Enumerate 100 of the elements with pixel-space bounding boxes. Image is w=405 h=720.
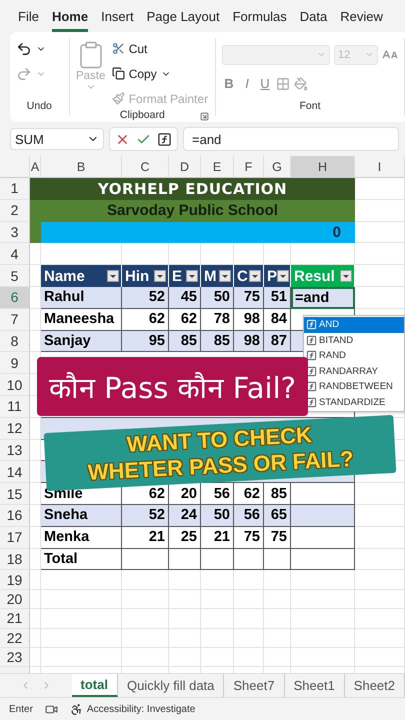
font-name-field[interactable] [222, 44, 330, 64]
score-cell: 50 [201, 504, 234, 527]
row-header[interactable]: 1 [0, 178, 30, 200]
header-label: Name [44, 268, 85, 285]
dialog-launcher-icon[interactable] [200, 112, 209, 121]
ribbon-tab[interactable]: File [18, 0, 39, 32]
sheet-tab[interactable]: Sheet7 [224, 674, 285, 697]
copy-button[interactable]: Copy [112, 63, 208, 84]
empty-cell [355, 570, 405, 590]
empty-cell [169, 609, 201, 629]
empty-cell [291, 628, 355, 648]
empty-cell [30, 590, 41, 610]
row-header[interactable]: 4 [0, 243, 30, 266]
sheet-tab[interactable]: total [72, 674, 118, 697]
empty-cell [234, 590, 264, 610]
column-header[interactable]: I [355, 156, 405, 178]
empty-cell [201, 609, 234, 629]
row-header[interactable]: 10 [0, 374, 30, 396]
table-cell [264, 548, 291, 570]
ribbon-tab[interactable]: Page Layout [146, 0, 220, 32]
autocomplete-item[interactable]: AND [304, 317, 404, 332]
column-header[interactable]: D [169, 156, 201, 178]
score-cell: 20 [169, 483, 201, 505]
row-header[interactable]: 23 [0, 648, 30, 668]
subtitle-cell: Sarvoday Public School [30, 200, 355, 222]
empty-cell [122, 609, 169, 629]
sheet-tab[interactable]: Sheet1 [284, 674, 345, 697]
column-header[interactable]: H [291, 156, 355, 178]
row-header[interactable]: 5 [0, 265, 30, 287]
column-header[interactable]: F [234, 156, 264, 178]
sheet-tab[interactable]: Quickly fill data [118, 674, 224, 697]
bold-button[interactable]: B [222, 76, 236, 91]
filter-dropdown-icon[interactable] [340, 270, 352, 282]
row-header[interactable]: 9 [0, 352, 30, 374]
row-header[interactable]: 14 [0, 461, 30, 484]
ribbon-tab[interactable]: Formulas [232, 0, 287, 32]
row-header[interactable]: 15 [0, 483, 30, 505]
row-header[interactable]: 11 [0, 396, 30, 418]
ribbon-tab[interactable]: Insert [101, 0, 134, 32]
filter-dropdown-icon[interactable] [154, 270, 166, 282]
filter-dropdown-icon[interactable] [107, 270, 119, 282]
row-header[interactable]: 6 [0, 286, 30, 309]
empty-cell [30, 609, 41, 629]
header-label: Hin [125, 268, 150, 285]
column-header[interactable]: A [30, 156, 41, 178]
filter-dropdown-icon[interactable] [277, 270, 290, 282]
score-cell: 62 [122, 308, 169, 331]
row-header[interactable]: 16 [0, 504, 30, 527]
score-cell: 56 [234, 504, 264, 527]
score-cell: 50 [201, 286, 234, 309]
row-header[interactable]: 12 [0, 418, 30, 440]
result-cell [291, 548, 355, 570]
score-cell: 75 [234, 286, 264, 309]
row-header[interactable]: 3 [0, 222, 30, 244]
filter-dropdown-icon[interactable] [219, 270, 231, 282]
score-cell: 21 [201, 526, 234, 549]
name-cell: Menka [41, 526, 122, 549]
row-header[interactable]: 22 [0, 628, 30, 648]
row-header[interactable]: 21 [0, 609, 30, 629]
empty-cell [201, 590, 234, 610]
empty-cell [264, 609, 291, 629]
column-header[interactable]: C [122, 156, 169, 178]
score-cell: 95 [122, 330, 169, 352]
row-header[interactable]: 20 [0, 590, 30, 610]
row-header[interactable]: 7 [0, 308, 30, 331]
cut-button[interactable]: Cut [112, 38, 208, 59]
score-cell: 56 [201, 483, 234, 505]
row-header[interactable]: 8 [0, 330, 30, 352]
filter-dropdown-icon[interactable] [249, 270, 261, 282]
column-header[interactable]: E [201, 156, 234, 178]
macro-recording-icon[interactable] [44, 702, 58, 716]
italic-button[interactable]: I [240, 76, 254, 91]
row-header[interactable]: 19 [0, 570, 30, 590]
header-label: Resul [294, 268, 335, 285]
empty-cell [122, 628, 169, 648]
function-icon[interactable] [157, 132, 172, 146]
score-cell: 84 [264, 308, 291, 331]
score-cell: 65 [264, 504, 291, 527]
table-cell [234, 548, 264, 570]
autocomplete-item[interactable]: BITAND [304, 332, 404, 348]
underline-button[interactable]: U [258, 76, 272, 91]
filter-dropdown-icon[interactable] [186, 270, 198, 282]
accessibility-status[interactable]: Accessibility: Investigate [70, 702, 196, 716]
table-cell [122, 548, 169, 570]
row-header[interactable]: 18 [0, 548, 30, 570]
score-cell: 21 [122, 526, 169, 549]
row-header[interactable]: 17 [0, 526, 30, 549]
score-cell: 98 [234, 308, 264, 331]
column-header[interactable]: G [264, 156, 291, 178]
name-box[interactable]: SUM [10, 128, 104, 150]
sheet-tab[interactable]: Sheet2 [344, 674, 405, 697]
active-cell[interactable]: =and [291, 286, 355, 309]
empty-cell [264, 570, 291, 590]
ribbon-tab[interactable]: Data [300, 0, 328, 32]
formula-field[interactable]: =and [183, 127, 399, 151]
row-header[interactable]: 2 [0, 200, 30, 222]
column-header[interactable]: B [41, 156, 122, 178]
row-header[interactable]: 13 [0, 440, 30, 462]
name-cell: Total [41, 548, 122, 570]
ribbon-tab[interactable]: Review [340, 0, 383, 32]
